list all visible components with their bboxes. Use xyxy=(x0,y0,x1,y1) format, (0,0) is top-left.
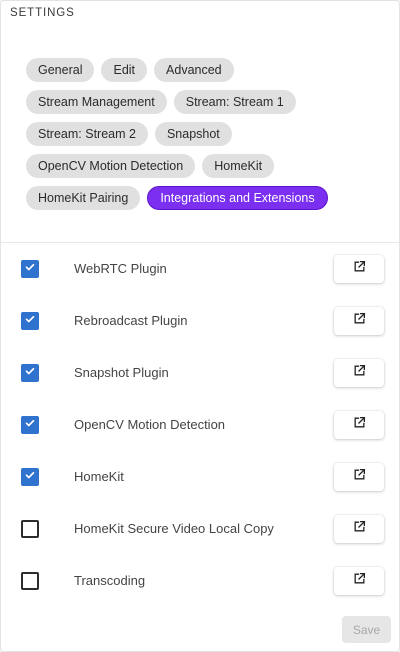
integration-checkbox[interactable] xyxy=(21,364,39,382)
integration-checkbox[interactable] xyxy=(21,468,39,486)
section-title: SETTINGS xyxy=(10,7,75,19)
settings-card: SETTINGS General Edit Advanced Stream Ma… xyxy=(0,0,400,652)
tab-stream-2[interactable]: Stream: Stream 2 xyxy=(26,122,148,146)
integration-row: Rebroadcast Plugin xyxy=(1,295,399,347)
integration-row: Transcoding xyxy=(1,555,399,607)
tab-edit[interactable]: Edit xyxy=(101,58,148,82)
checkmark-icon xyxy=(24,468,36,486)
tab-general[interactable]: General xyxy=(26,58,95,82)
checkmark-icon xyxy=(24,416,36,434)
open-in-new-icon xyxy=(353,364,366,382)
tab-stream-management[interactable]: Stream Management xyxy=(26,90,167,114)
open-integration-button[interactable] xyxy=(334,359,384,387)
open-in-new-icon xyxy=(353,416,366,434)
integration-label: HomeKit Secure Video Local Copy xyxy=(74,521,274,536)
open-in-new-icon xyxy=(353,468,366,486)
tab-opencv-motion-detection[interactable]: OpenCV Motion Detection xyxy=(26,154,196,178)
integration-label: OpenCV Motion Detection xyxy=(74,417,226,432)
open-integration-button[interactable] xyxy=(334,255,384,283)
open-integration-button[interactable] xyxy=(334,307,384,335)
integration-label: HomeKit xyxy=(74,469,124,484)
integration-label: Rebroadcast Plugin xyxy=(74,313,188,328)
integration-checkbox[interactable] xyxy=(21,416,39,434)
integration-row: WebRTC Plugin xyxy=(1,243,399,295)
settings-tabs: General Edit Advanced Stream Management … xyxy=(26,58,376,210)
open-in-new-icon xyxy=(353,572,366,590)
open-integration-button[interactable] xyxy=(334,567,384,595)
tab-integrations-and-extensions[interactable]: Integrations and Extensions xyxy=(147,186,328,210)
open-integration-button[interactable] xyxy=(334,411,384,439)
integration-row: Snapshot Plugin xyxy=(1,347,399,399)
checkmark-icon xyxy=(24,260,36,278)
integration-label: Transcoding xyxy=(74,573,146,588)
tab-homekit[interactable]: HomeKit xyxy=(202,154,275,178)
integration-row: OpenCV Motion Detection xyxy=(1,399,399,451)
checkmark-icon xyxy=(24,364,36,382)
integration-row: HomeKit xyxy=(1,451,399,503)
integration-checkbox[interactable] xyxy=(21,520,39,538)
open-in-new-icon xyxy=(353,260,366,278)
tab-advanced[interactable]: Advanced xyxy=(154,58,234,82)
integration-checkbox[interactable] xyxy=(21,312,39,330)
integration-checkbox[interactable] xyxy=(21,260,39,278)
integrations-list: WebRTC Plugin Rebroadcast Plugin Snapsho… xyxy=(1,243,399,607)
open-integration-button[interactable] xyxy=(334,515,384,543)
open-in-new-icon xyxy=(353,520,366,538)
tab-snapshot[interactable]: Snapshot xyxy=(154,122,232,146)
integration-label: Snapshot Plugin xyxy=(74,365,169,380)
integration-checkbox[interactable] xyxy=(21,572,39,590)
integration-label: WebRTC Plugin xyxy=(74,261,167,276)
checkmark-icon xyxy=(24,312,36,330)
tab-homekit-pairing[interactable]: HomeKit Pairing xyxy=(26,186,141,210)
open-integration-button[interactable] xyxy=(334,463,384,491)
save-button[interactable]: Save xyxy=(342,616,391,643)
integration-row: HomeKit Secure Video Local Copy xyxy=(1,503,399,555)
tab-stream-1[interactable]: Stream: Stream 1 xyxy=(173,90,296,114)
open-in-new-icon xyxy=(353,312,366,330)
